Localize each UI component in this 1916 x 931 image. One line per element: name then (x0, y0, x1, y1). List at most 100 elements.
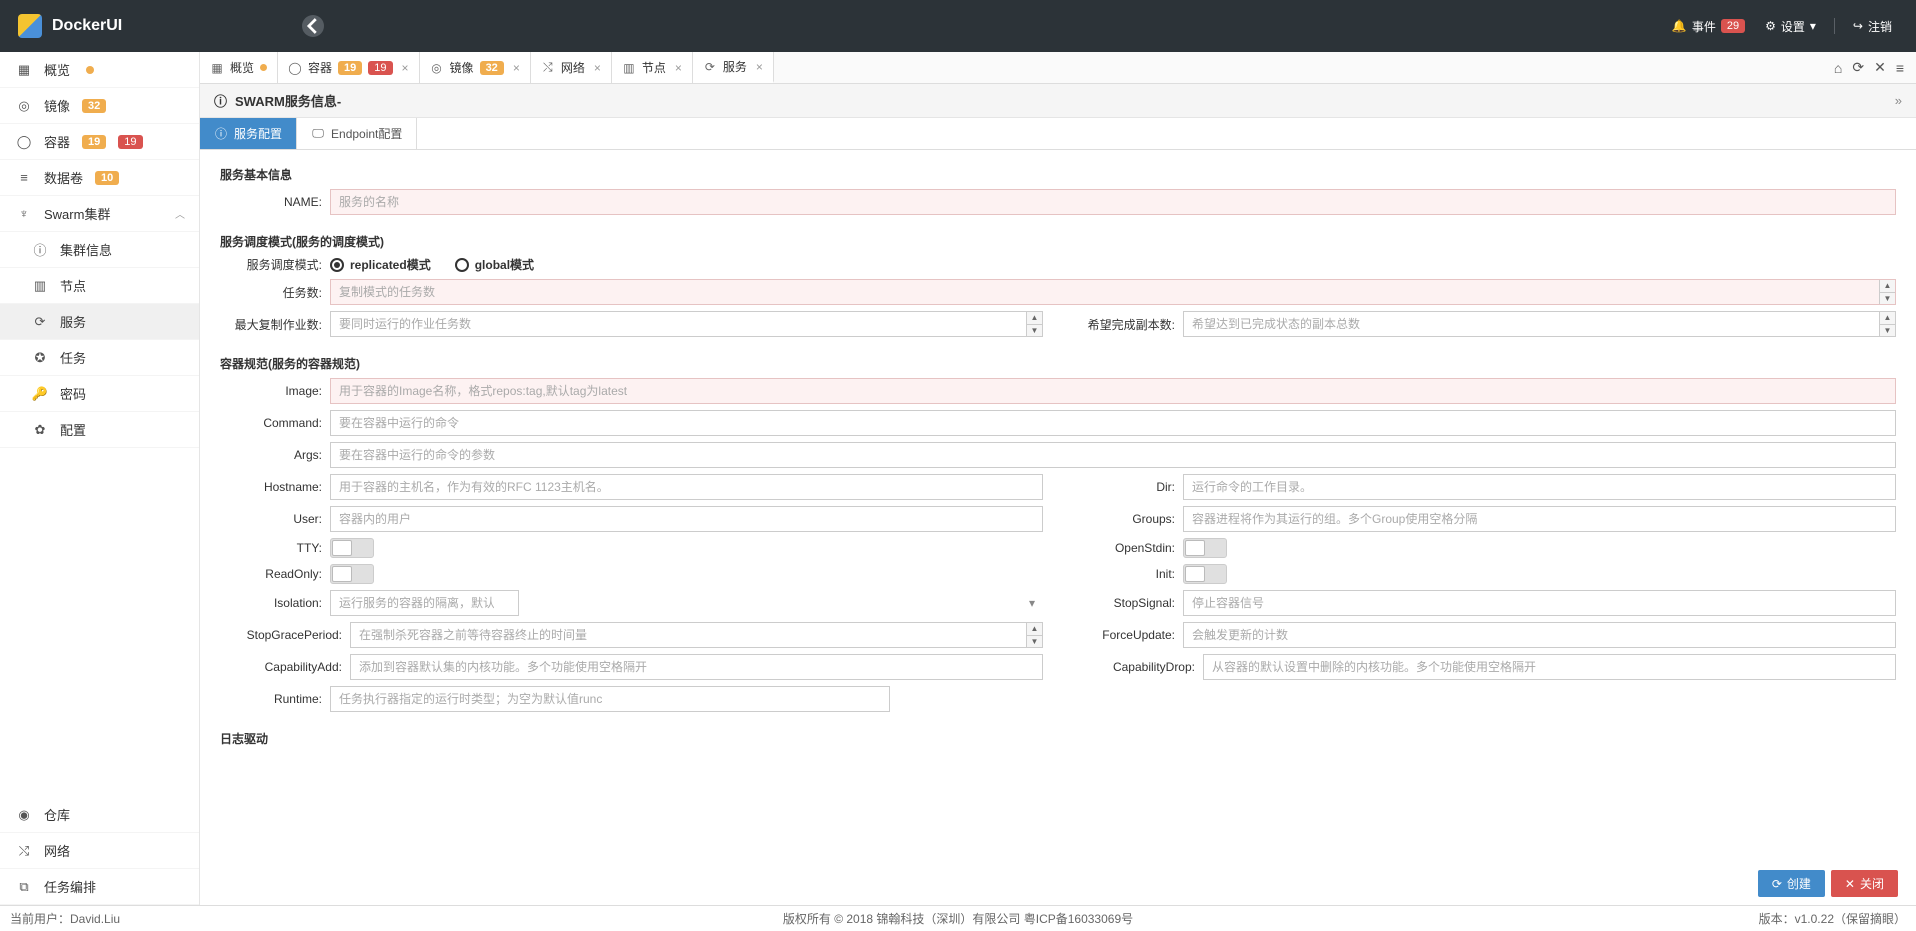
app-logo[interactable]: DockerUI (18, 14, 122, 38)
sidebar-item-label: 密码 (60, 384, 86, 403)
runtime-input[interactable] (330, 686, 890, 712)
close-icon[interactable]: × (756, 60, 763, 74)
tty-toggle[interactable] (330, 538, 374, 558)
radio-global[interactable]: global模式 (455, 256, 534, 273)
sidebar-item-containers[interactable]: ◯ 容器 19 19 (0, 124, 199, 160)
name-input[interactable] (330, 189, 1896, 215)
radio-label: replicated模式 (350, 256, 431, 273)
service-icon: ⟳ (703, 60, 717, 74)
spin-up-icon[interactable]: ▲ (1879, 312, 1895, 325)
config-icon: ✿ (32, 422, 48, 438)
stopsignal-input[interactable] (1183, 590, 1896, 616)
close-icon[interactable]: × (513, 61, 520, 75)
spin-up-icon[interactable]: ▲ (1026, 312, 1042, 325)
forceupdate-label: ForceUpdate: (1073, 628, 1183, 642)
menu-icon[interactable]: ≡ (1896, 60, 1904, 76)
logout-button[interactable]: ↪ 注销 (1847, 14, 1898, 39)
tab-nodes[interactable]: ▥ 节点 × (612, 52, 693, 83)
sidebar-item-network[interactable]: ⤭ 网络 (0, 833, 199, 869)
sidebar-item-overview[interactable]: ▦ 概览 (0, 52, 199, 88)
command-input[interactable] (330, 410, 1896, 436)
tab-services[interactable]: ⟳ 服务 × (693, 52, 774, 83)
topbar-right: 🔔 事件 29 ⚙ 设置 ▾ ↪ 注销 (1666, 14, 1898, 39)
tab-network[interactable]: ⤭ 网络 × (531, 52, 612, 83)
spin-down-icon[interactable]: ▼ (1879, 293, 1895, 305)
dashboard-icon: ▦ (16, 62, 32, 78)
button-label: 创建 (1787, 875, 1811, 892)
init-toggle[interactable] (1183, 564, 1227, 584)
user-input[interactable] (330, 506, 1043, 532)
hostname-input[interactable] (330, 474, 1043, 500)
logout-icon: ↪ (1853, 19, 1863, 33)
readonly-toggle[interactable] (330, 564, 374, 584)
settings-button[interactable]: ⚙ 设置 ▾ (1759, 14, 1822, 39)
section-basic-legend: 服务基本信息 (220, 160, 1896, 189)
tabs-controls: ⌂ ⟳ ✕ ≡ (1822, 52, 1916, 83)
sidebar-item-configs[interactable]: ✿ 配置 (0, 412, 199, 448)
chevron-left-icon (302, 15, 324, 37)
forceupdate-input[interactable] (1183, 622, 1896, 648)
sidebar-item-label: 配置 (60, 420, 86, 439)
sidebar-item-registry[interactable]: ◉ 仓库 (0, 797, 199, 833)
events-button[interactable]: 🔔 事件 29 (1666, 14, 1751, 39)
tab-images[interactable]: ◎ 镜像 32 × (420, 52, 531, 83)
task-icon: ✪ (32, 350, 48, 366)
stopgrace-input[interactable] (350, 622, 1043, 648)
home-icon[interactable]: ⌂ (1834, 60, 1842, 76)
tasks-input[interactable] (330, 279, 1896, 305)
subtab-endpoint-config[interactable]: 🖵 Endpoint配置 (297, 118, 417, 149)
close-button[interactable]: ✕ 关闭 (1831, 870, 1898, 897)
image-icon: ◎ (430, 61, 444, 75)
desired-input[interactable] (1183, 311, 1896, 337)
sidebar-item-services[interactable]: ⟳ 服务 (0, 304, 199, 340)
spin-up-icon[interactable]: ▲ (1879, 280, 1895, 293)
capdrop-input[interactable] (1203, 654, 1896, 680)
readonly-label: ReadOnly: (220, 567, 330, 581)
sidebar-item-secrets[interactable]: 🔑 密码 (0, 376, 199, 412)
name-label: NAME: (220, 195, 330, 209)
spin-down-icon[interactable]: ▼ (1879, 325, 1895, 337)
sidebar-item-orchestration[interactable]: ⧉ 任务编排 (0, 869, 199, 905)
close-icon[interactable]: × (402, 61, 409, 75)
args-input[interactable] (330, 442, 1896, 468)
tab-overview[interactable]: ▦ 概览 (200, 52, 278, 83)
orchestration-icon: ⧉ (16, 879, 32, 895)
spin-up-icon[interactable]: ▲ (1026, 623, 1042, 636)
close-icon[interactable]: × (675, 61, 682, 75)
isolation-select[interactable] (330, 590, 519, 616)
image-input[interactable] (330, 378, 1896, 404)
capadd-input[interactable] (350, 654, 1043, 680)
args-label: Args: (220, 448, 330, 462)
sidebar-item-cluster-info[interactable]: ⓘ 集群信息 (0, 232, 199, 268)
groups-input[interactable] (1183, 506, 1896, 532)
maxrepl-input[interactable] (330, 311, 1043, 337)
sidebar-item-swarm[interactable]: ♆ Swarm集群 (0, 196, 199, 232)
form-area[interactable]: 服务基本信息 NAME: 服务调度模式(服务的调度模式) 服务调度模式: rep… (200, 150, 1916, 905)
sidebar-item-label: 集群信息 (60, 240, 112, 259)
close-icon[interactable]: × (594, 61, 601, 75)
spin-down-icon[interactable]: ▼ (1026, 636, 1042, 648)
subtab-service-config[interactable]: ⓘ 服务配置 (200, 118, 297, 149)
swarm-icon: ♆ (16, 206, 32, 222)
sidebar-item-nodes[interactable]: ▥ 节点 (0, 268, 199, 304)
close-all-icon[interactable]: ✕ (1874, 59, 1886, 76)
openstdin-toggle[interactable] (1183, 538, 1227, 558)
refresh-icon[interactable]: ⟳ (1852, 59, 1864, 76)
dir-input[interactable] (1183, 474, 1896, 500)
expand-icon[interactable]: » (1895, 93, 1902, 108)
volume-icon: ≡ (16, 170, 32, 186)
sidebar-item-images[interactable]: ◎ 镜像 32 (0, 88, 199, 124)
registry-icon: ◉ (16, 807, 32, 823)
count-badge: 19 (368, 61, 392, 75)
close-icon: ✕ (1845, 877, 1855, 891)
sidebar-item-tasks[interactable]: ✪ 任务 (0, 340, 199, 376)
radio-replicated[interactable]: replicated模式 (330, 256, 431, 273)
back-button[interactable] (302, 15, 324, 37)
gear-icon: ⚙ (1765, 19, 1776, 33)
tab-containers[interactable]: ◯ 容器 19 19 × (278, 52, 420, 83)
create-button[interactable]: ⟳ 创建 (1758, 870, 1825, 897)
sidebar-item-volumes[interactable]: ≡ 数据卷 10 (0, 160, 199, 196)
node-icon: ▥ (622, 61, 636, 75)
bell-icon: 🔔 (1672, 19, 1687, 33)
spin-down-icon[interactable]: ▼ (1026, 325, 1042, 337)
